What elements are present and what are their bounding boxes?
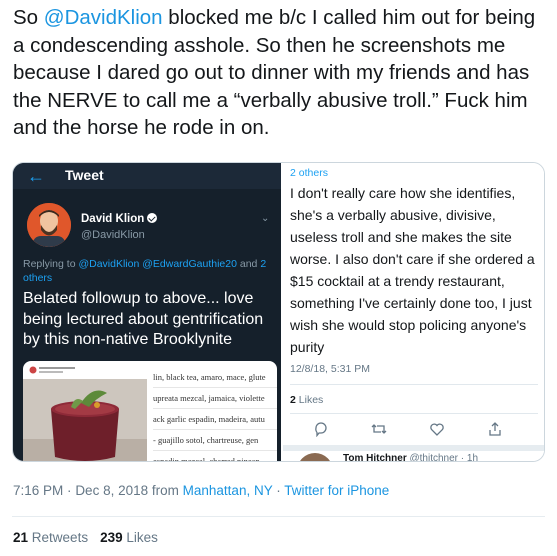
divider [12, 516, 545, 517]
thread-separator [283, 445, 544, 451]
meta-separator: · [67, 483, 72, 498]
divider [290, 384, 538, 385]
divider [290, 413, 538, 414]
menu-line: upreata mezcal, jamaica, violette [153, 388, 277, 409]
meta-from: from [151, 483, 179, 498]
author-handle: @DavidKlion [81, 229, 145, 241]
screenshot-header: ← Tweet [13, 163, 281, 189]
replying-prefix: Replying to [23, 258, 79, 270]
reply-author: Tom Hitchner @thitchner · 1h [343, 453, 479, 462]
screenshot-likes: 2 Likes [290, 394, 323, 406]
screenshot-reply-text: I don't really care how she identifies, … [290, 185, 535, 355]
reply-author-name: Tom Hitchner [343, 453, 407, 462]
menu-line: lin, black tea, amaro, mace, glute [153, 367, 277, 388]
screenshot-header-title: Tweet [65, 167, 104, 183]
retweets-label: Retweets [31, 530, 89, 545]
embedded-image: lin, black tea, amaro, mace, glute uprea… [23, 361, 277, 461]
reply-avatar [297, 453, 333, 461]
tweet-stats: 21 Retweets 239 Likes [13, 530, 158, 545]
chevron-down-icon: ⌄ [261, 213, 270, 224]
menu-line: espadin mezcal, charred pineap [153, 451, 277, 461]
replying-mention-1: @DavidKlion [78, 258, 140, 270]
tweet-time[interactable]: 7:16 PM [13, 483, 63, 498]
menu-line: - guajillo sotol, chartreuse, gen [153, 430, 277, 451]
location-link[interactable]: Manhattan, NY [183, 483, 273, 498]
screenshot-light-tweet: 2 others I don't really care how she ide… [283, 163, 544, 462]
share-icon [487, 421, 503, 437]
tweet-text: So @DavidKlion blocked me b/c I called h… [13, 4, 548, 142]
verified-icon [147, 213, 158, 223]
replying-and: and [236, 258, 258, 270]
menu-line: ack garlic espadin, madeira, autu [153, 409, 277, 430]
tweet-media[interactable]: ← Tweet David Klion @DavidKlion ⌄ Replyi… [12, 162, 545, 462]
likes-stat[interactable]: 239 Likes [100, 530, 158, 545]
back-arrow-icon: ← [27, 166, 45, 186]
author-name: David Klion [81, 213, 158, 225]
replying-to: Replying to @DavidKlion @EdwardGauthie20… [23, 257, 275, 285]
menu-text: lin, black tea, amaro, mace, glute uprea… [153, 367, 277, 461]
reply-author-handle: @thitchner · 1h [409, 453, 479, 462]
screenshot-dark-tweet: ← Tweet David Klion @DavidKlion ⌄ Replyi… [13, 163, 281, 461]
screenshot-date: 12/8/18, 5:31 PM [290, 363, 370, 375]
meta-separator: · [276, 483, 281, 498]
action-bar [313, 421, 513, 439]
cocktail-photo [23, 379, 147, 461]
author-name-text: David Klion [81, 213, 145, 225]
screenshot-tweet-text: Belated followup to above... love being … [23, 290, 264, 348]
others-link: 2 others [290, 167, 328, 179]
likes-label: Likes [126, 530, 158, 545]
reply-icon [313, 421, 329, 438]
tweet-meta: 7:16 PM · Dec 8, 2018 from Manhattan, NY… [13, 483, 389, 498]
embedded-header [29, 365, 149, 375]
replying-mention-2: @EdwardGauthie20 [142, 258, 237, 270]
tweet-date[interactable]: Dec 8, 2018 [75, 483, 148, 498]
likes-label: Likes [298, 394, 324, 406]
mention-link[interactable]: @DavidKlion [44, 6, 163, 29]
tweet-text-start: So [13, 6, 44, 29]
likes-count: 2 [290, 394, 296, 406]
avatar [27, 203, 71, 247]
client-link[interactable]: Twitter for iPhone [284, 483, 389, 498]
retweets-count: 21 [13, 530, 29, 545]
retweet-icon [371, 421, 387, 437]
heart-icon [429, 421, 445, 437]
likes-count: 239 [100, 530, 123, 545]
retweets-stat[interactable]: 21 Retweets [13, 530, 88, 545]
